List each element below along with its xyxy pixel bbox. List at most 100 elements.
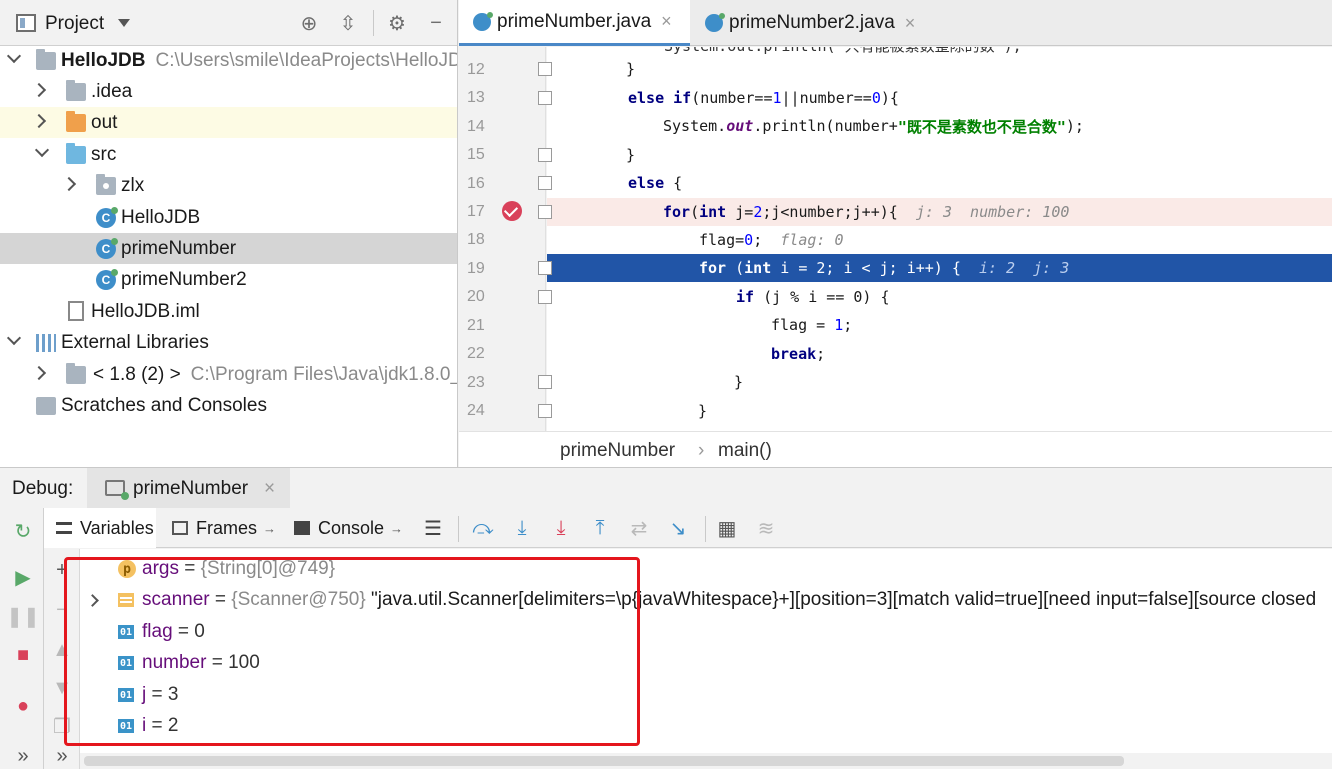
tab-primenumber2-java[interactable]: primeNumber2.java × [691,0,935,46]
chevron-down-icon[interactable] [118,19,130,27]
code-line: } [698,402,708,420]
rerun-icon[interactable]: ↻ [12,520,34,543]
remove-watch-icon[interactable]: − [51,599,73,621]
tab-primenumber-java[interactable]: primeNumber.java × [459,0,690,46]
pin-arrow-icon: → [390,520,404,536]
line-number: 14 [467,118,485,135]
scrollbar-thumb[interactable] [84,756,1124,766]
tree-item-hellojdb-project[interactable]: HelloJDB C:\Users\smile\IdeaProjects\Hell… [0,45,457,76]
resume-icon[interactable]: ▶ [12,566,34,589]
divider [373,10,374,36]
tree-item-out[interactable]: out [0,107,457,138]
divider [705,516,706,542]
force-step-into-icon[interactable]: ⤓ [549,516,573,540]
chevron-right-icon[interactable] [31,113,47,129]
tree-item-hellojdb-iml[interactable]: HelloJDB.iml [0,296,457,327]
tab-variables[interactable]: Variables [44,508,156,548]
line-number: 16 [467,175,485,192]
jdk-folder-icon [66,363,86,384]
fold-marker-icon[interactable] [538,290,552,304]
tree-item-label: < 1.8 (2) > [93,364,181,385]
more-icon[interactable]: » [12,745,34,767]
scratches-icon [36,397,56,415]
pin-arrow-icon: → [263,520,277,536]
evaluate-expression-icon[interactable]: ▦ [715,516,739,540]
variable-row-scanner[interactable]: scanner = {Scanner@750} "java.util.Scann… [80,584,1332,615]
step-out-icon[interactable]: ⤒ [588,516,612,540]
stop-icon[interactable]: ■ [12,644,34,666]
line-number: 24 [467,402,485,419]
add-watch-icon[interactable]: + [51,559,73,581]
module-file-icon [68,301,84,321]
show-execution-point-icon[interactable]: ☰ [421,516,445,540]
run-to-cursor-icon[interactable]: ↘ [666,516,690,540]
close-icon[interactable]: × [264,478,275,500]
editor-gutter[interactable]: 12 13 14 15 16 17 18 19 20 21 22 23 24 [459,47,547,431]
hide-panel-icon[interactable]: − [425,12,447,34]
tree-item-scratches[interactable]: Scratches and Consoles [0,390,457,421]
horizontal-scrollbar[interactable] [80,753,1332,769]
collapse-all-icon[interactable]: ⇳ [337,12,359,35]
step-over-icon[interactable]: ⤼ [471,516,495,540]
chevron-right-icon[interactable] [86,594,99,607]
breakpoint-icon[interactable] [502,201,522,221]
debug-session-tab[interactable]: primeNumber × [87,468,290,509]
tree-item-primenumber[interactable]: C primeNumber [0,233,457,264]
chevron-right-icon[interactable] [61,176,77,192]
close-icon[interactable]: × [661,11,672,32]
trace-icon[interactable]: ≋ [754,516,778,540]
chevron-down-icon[interactable] [6,330,22,346]
tree-item-primenumber2[interactable]: C primeNumber2 [0,264,457,295]
close-icon[interactable]: × [905,13,916,34]
fold-marker-icon[interactable] [538,62,552,76]
fold-marker-icon[interactable] [538,176,552,190]
variable-row-number[interactable]: 01 number = 100 [80,647,1332,678]
tree-item-external-libraries[interactable]: External Libraries [0,327,457,358]
breadcrumb-method[interactable]: main() [718,440,772,462]
primitive-variable-icon: 01 [118,719,134,733]
tab-console[interactable]: Console → [282,508,410,548]
view-breakpoints-icon[interactable]: ● [12,695,34,717]
java-class-icon: C [96,238,118,259]
debug-side-toolbar: ↻ ▶ ❚❚ ■ ● » [0,508,44,769]
variable-row-flag[interactable]: 01 flag = 0 [80,616,1332,647]
copy-icon[interactable]: ❐ [51,715,73,738]
step-into-icon[interactable]: ⤓ [510,516,534,540]
chevron-down-icon[interactable] [34,142,50,158]
drop-frame-icon[interactable]: ⇄ [627,516,651,540]
chevron-down-icon[interactable] [6,48,22,64]
tree-item-path: C:\Program Files\Java\jdk1.8.0_ [190,364,458,385]
chevron-right-icon[interactable] [31,365,47,381]
variable-row-args[interactable]: p args = {String[0]@749} [80,553,1332,584]
variable-row-i[interactable]: 01 i = 2 [80,710,1332,741]
gear-icon[interactable]: ⚙ [386,12,408,35]
move-down-icon[interactable]: ▼ [51,677,73,699]
fold-marker-icon[interactable] [538,261,552,275]
code-editor[interactable]: 12 13 14 15 16 17 18 19 20 21 22 23 24 S… [459,47,1332,431]
fold-marker-icon[interactable] [538,205,552,219]
debug-session-label: primeNumber [133,478,249,499]
tree-item-label: primeNumber2 [121,269,247,290]
tree-item-zlx[interactable]: zlx [0,170,457,201]
fold-marker-icon[interactable] [538,375,552,389]
tree-item-src[interactable]: src [0,139,457,170]
fold-marker-icon[interactable] [538,404,552,418]
tree-item-label: primeNumber [121,238,237,259]
project-view-title[interactable]: Project [45,13,104,35]
tree-item-idea[interactable]: .idea [0,76,457,107]
fold-marker-icon[interactable] [538,148,552,162]
more-icon[interactable]: » [51,745,73,767]
variable-row-j[interactable]: 01 j = 3 [80,679,1332,710]
tree-item-jdk[interactable]: < 1.8 (2) > C:\Program Files\Java\jdk1.8.… [0,359,457,390]
chevron-right-icon[interactable] [31,82,47,98]
breadcrumb-class[interactable]: primeNumber [560,440,675,462]
pause-icon[interactable]: ❚❚ [6,605,40,628]
line-number: 13 [467,89,485,106]
fold-marker-icon[interactable] [538,91,552,105]
debug-tabs-bar: Variables Frames → Console → ☰ ⤼ ⤓ ⤓ ⤒ ⇄… [44,508,1332,548]
locate-file-icon[interactable]: ⊕ [298,12,320,35]
tab-frames[interactable]: Frames → [160,508,278,548]
tree-item-hellojdb-class[interactable]: C HelloJDB [0,202,457,233]
variables-pane[interactable]: + − ▲ ▼ ❐ » p args = {String[0]@749} sca… [44,549,1332,769]
move-up-icon[interactable]: ▲ [51,639,73,661]
